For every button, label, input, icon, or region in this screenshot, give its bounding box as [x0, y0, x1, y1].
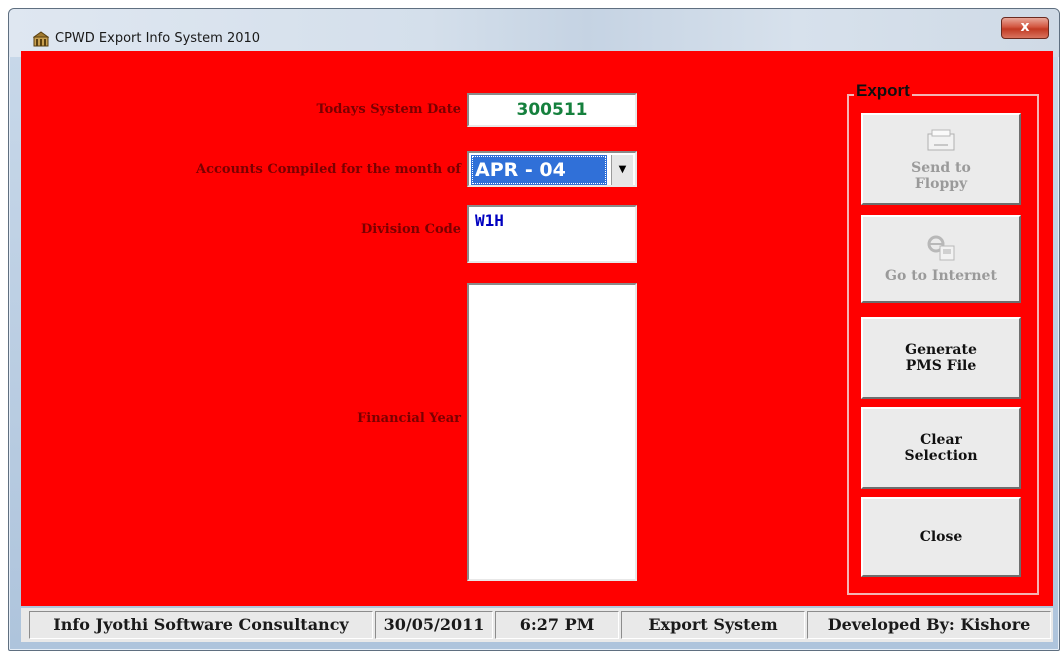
month-select[interactable]: APR - 04 ▼: [467, 151, 637, 187]
clear-selection-button[interactable]: Clear Selection: [861, 407, 1021, 489]
month-label: Accounts Compiled for the month of: [196, 162, 461, 177]
system-date-field[interactable]: 300511: [467, 93, 637, 127]
system-date-label: Todays System Date: [316, 102, 461, 117]
generate-pms-file-label: Generate PMS File: [905, 342, 977, 374]
send-to-floppy-label: Send to Floppy: [911, 160, 971, 192]
status-bar: Info Jyothi Software Consultancy 30/05/2…: [21, 608, 1053, 642]
close-button-label: Close: [919, 529, 963, 545]
close-window-button[interactable]: x: [1001, 17, 1049, 39]
division-code-field[interactable]: W1H: [467, 205, 637, 263]
status-developer: Developed By: Kishore: [807, 611, 1051, 639]
status-date: 30/05/2011: [375, 611, 493, 639]
send-to-floppy-button[interactable]: Send to Floppy: [861, 113, 1021, 205]
clear-selection-label: Clear Selection: [904, 432, 978, 464]
internet-explorer-icon: [927, 235, 955, 261]
financial-year-label: Financial Year: [357, 411, 461, 426]
export-group-title: Export: [854, 81, 912, 101]
window-title: CPWD Export Info System 2010: [55, 31, 261, 46]
close-icon: x: [1020, 19, 1030, 35]
status-company: Info Jyothi Software Consultancy: [29, 611, 373, 639]
close-button[interactable]: Close: [861, 497, 1021, 577]
go-to-internet-button[interactable]: Go to Internet: [861, 215, 1021, 303]
title-bar[interactable]: CPWD Export Info System 2010 x: [9, 9, 1059, 57]
status-system: Export System: [621, 611, 805, 639]
chevron-down-icon[interactable]: ▼: [611, 155, 633, 185]
app-logo-icon: [33, 31, 49, 47]
go-to-internet-label: Go to Internet: [885, 268, 997, 284]
division-code-label: Division Code: [361, 222, 461, 237]
floppy-drive-icon: [927, 129, 955, 151]
month-selected-value: APR - 04: [471, 155, 607, 185]
form-area: Todays System Date 300511 Accounts Compi…: [21, 51, 1053, 606]
generate-pms-file-button[interactable]: Generate PMS File: [861, 317, 1021, 399]
financial-year-list[interactable]: [467, 283, 637, 581]
status-time: 6:27 PM: [495, 611, 619, 639]
